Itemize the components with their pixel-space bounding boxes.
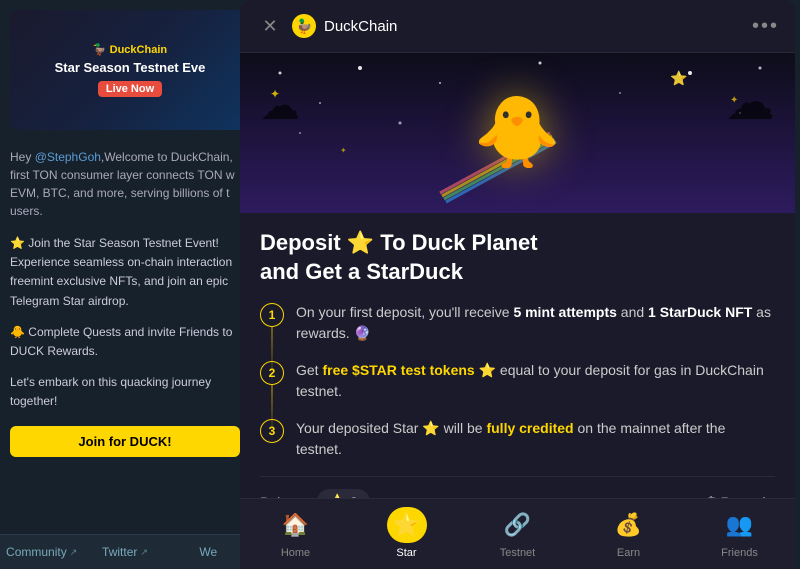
modal-header: ✕ 🦆 DuckChain •••	[240, 0, 795, 53]
nav-item-testnet[interactable]: 🔗 Testnet	[462, 499, 573, 569]
community-link[interactable]: Community ↗	[0, 535, 83, 569]
nav-item-earn[interactable]: 💰 Earn	[573, 499, 684, 569]
hero-area: ✦ ✦ ✦ ⭐ ☁ 🐥 ☁	[240, 53, 795, 213]
twitter-link[interactable]: Twitter ↗	[83, 535, 166, 569]
nav-item-home[interactable]: 🏠 Home	[240, 499, 351, 569]
svg-text:⭐: ⭐	[670, 70, 687, 86]
hero-duck-icon: 🐥	[474, 92, 561, 174]
friends-icon: 👥	[720, 507, 760, 543]
balance-amount: ⭐ 0	[317, 489, 370, 498]
feature-list: 1 On your first deposit, you'll receive …	[260, 302, 775, 460]
earn-icon: 💰	[609, 507, 649, 543]
twitter-ext-icon: ↗	[140, 547, 148, 558]
bottom-links-bar: Community ↗ Twitter ↗ We	[0, 534, 250, 569]
feature-text-2: Get free $STAR test tokens ⭐ equal to yo…	[296, 360, 775, 402]
cloud-left-icon: ☁	[260, 83, 300, 129]
bottom-nav: 🏠 Home ⭐ Star 🔗 Testnet 💰 Earn 👥 Friends	[240, 498, 795, 569]
nav-item-star[interactable]: ⭐ Star	[351, 499, 462, 569]
feature-item-3: 3 Your deposited Star ⭐ will be fully cr…	[260, 418, 775, 460]
mention: @StephGoh	[35, 150, 101, 164]
testnet-icon: 🔗	[498, 507, 538, 543]
nav-item-friends[interactable]: 👥 Friends	[684, 499, 795, 569]
feature-text-3: Your deposited Star ⭐ will be fully cred…	[296, 418, 775, 460]
live-badge: Live Now	[98, 81, 162, 97]
balance-label: Balance ⭐ 0	[260, 489, 370, 498]
nav-label-earn: Earn	[617, 547, 640, 559]
modal-content: Deposit ⭐ To Duck Planetand Get a StarDu…	[240, 213, 795, 498]
banner-logo: 🦆 DuckChain	[93, 43, 167, 56]
close-button[interactable]: ✕	[256, 12, 284, 40]
nav-label-friends: Friends	[721, 547, 758, 559]
nav-label-home: Home	[281, 547, 310, 559]
deposit-title: Deposit ⭐ To Duck Planetand Get a StarDu…	[260, 229, 775, 286]
svg-text:✦: ✦	[340, 146, 347, 155]
chat-panel: 🦆 DuckChain Star Season Testnet Eve Live…	[0, 0, 250, 569]
feature-num-2: 2	[260, 361, 284, 385]
banner-title: Star Season Testnet Eve	[55, 60, 206, 77]
cloud-right-icon: ☁	[725, 73, 775, 131]
star-icon: ⭐	[387, 507, 427, 543]
chat-block-2: 🐥 Complete Quests and invite Friends to …	[0, 317, 250, 367]
nav-label-testnet: Testnet	[500, 547, 535, 559]
balance-row: Balance ⭐ 0 ⏱ Record ›	[260, 476, 775, 498]
chat-banner: 🦆 DuckChain Star Season Testnet Eve Live…	[10, 10, 250, 130]
feature-text-1: On your first deposit, you'll receive 5 …	[296, 302, 775, 344]
home-icon: 🏠	[276, 507, 316, 543]
app-icon: 🦆	[292, 14, 316, 38]
duckchain-modal: ✕ 🦆 DuckChain ••• ✦ ✦ ✦ ⭐	[240, 0, 795, 569]
feature-item-2: 2 Get free $STAR test tokens ⭐ equal to …	[260, 360, 775, 402]
feature-item-1: 1 On your first deposit, you'll receive …	[260, 302, 775, 344]
modal-header-left: ✕ 🦆 DuckChain	[256, 12, 397, 40]
community-ext-icon: ↗	[70, 547, 78, 558]
website-link[interactable]: We	[167, 535, 250, 569]
modal-menu-button[interactable]: •••	[752, 15, 779, 38]
connector-line-2	[271, 384, 273, 442]
modal-title: DuckChain	[324, 18, 397, 35]
chat-message: Hey @StephGoh,Welcome to DuckChain, firs…	[0, 140, 250, 228]
feature-num-1: 1	[260, 303, 284, 327]
join-duck-button[interactable]: Join for DUCK!	[10, 426, 240, 457]
chat-block-3: Let's embark on this quacking journey to…	[0, 367, 250, 417]
chat-block-1: ⭐ Join the Star Season Testnet Event! Ex…	[0, 228, 250, 317]
nav-label-star: Star	[396, 547, 416, 559]
